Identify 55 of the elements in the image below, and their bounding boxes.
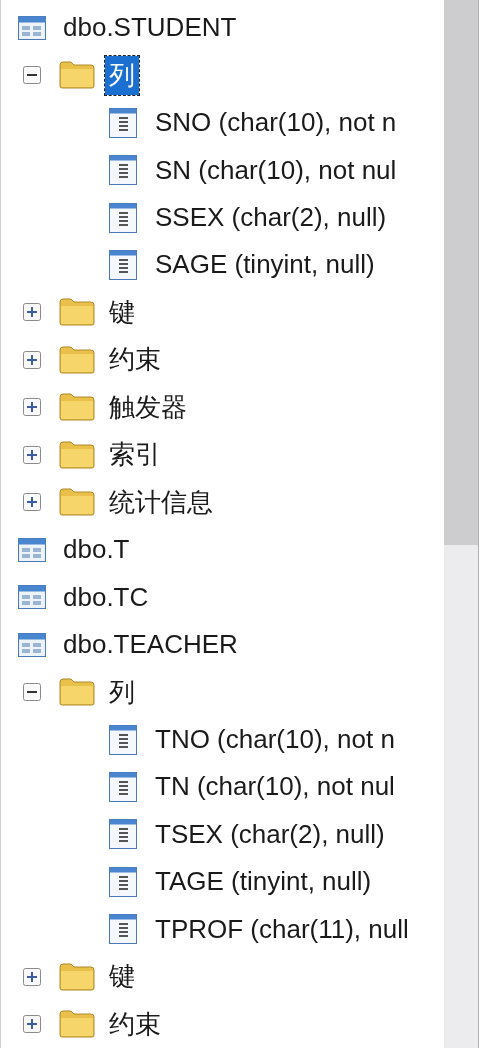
column-icon <box>109 819 137 850</box>
scrollbar-thumb[interactable] <box>444 0 478 545</box>
tree-item-label[interactable]: SN (char(10), not nul <box>151 150 401 190</box>
tree-item-label[interactable]: TAGE (tinyint, null) <box>151 862 376 902</box>
expand-icon[interactable] <box>23 398 41 417</box>
folder-icon <box>59 298 95 327</box>
folder-icon <box>59 393 95 422</box>
tree-item-label[interactable]: 索引 <box>105 435 165 475</box>
column-icon <box>109 724 137 755</box>
table-icon <box>18 585 46 610</box>
folder-icon <box>59 61 95 90</box>
table-icon <box>18 15 46 40</box>
tree-item-label[interactable]: dbo.T <box>59 530 134 570</box>
tree-item-label[interactable]: 约束 <box>105 1004 165 1044</box>
expand-icon[interactable] <box>23 303 41 322</box>
folder-icon <box>59 1010 95 1039</box>
tree-item-label[interactable]: dbo.STUDENT <box>59 8 241 48</box>
collapse-icon[interactable] <box>23 66 41 85</box>
column-icon <box>109 155 137 186</box>
tree-item-label[interactable]: 键 <box>105 292 139 332</box>
tree-item-label[interactable]: TPROF (char(11), null <box>151 909 413 949</box>
tree-item-label[interactable]: 列 <box>105 672 139 712</box>
tree-item-label[interactable]: TNO (char(10), not n <box>151 720 399 759</box>
column-icon <box>109 866 137 897</box>
folder-icon <box>59 488 95 517</box>
column-icon <box>109 202 137 233</box>
column-icon <box>109 914 137 945</box>
expand-icon[interactable] <box>23 445 41 464</box>
folder-icon <box>59 345 95 374</box>
tree-item-label[interactable]: dbo.TC <box>59 577 153 617</box>
tree-item-label[interactable]: 触发器 <box>105 387 191 427</box>
folder-icon <box>59 962 95 991</box>
tree-item-label[interactable]: SAGE (tinyint, null) <box>151 245 379 285</box>
tree-item-label[interactable]: SSEX (char(2), null) <box>151 198 391 238</box>
expand-icon[interactable] <box>23 1015 41 1034</box>
collapse-icon[interactable] <box>23 683 41 702</box>
tree-item-label[interactable]: SNO (char(10), not n <box>151 103 401 143</box>
expand-icon[interactable] <box>23 493 41 512</box>
expand-icon[interactable] <box>23 967 41 986</box>
folder-icon <box>59 678 95 707</box>
tree-item-label[interactable]: 约束 <box>105 340 165 380</box>
tree-item-label[interactable]: 列 <box>105 55 139 95</box>
expand-icon[interactable] <box>23 350 41 369</box>
tree-item-label[interactable]: 统计信息 <box>105 482 217 522</box>
table-icon <box>18 537 46 562</box>
tree-item-label[interactable]: TN (char(10), not nul <box>151 767 399 807</box>
folder-icon <box>59 440 95 469</box>
column-icon <box>109 107 137 138</box>
column-icon <box>109 771 137 802</box>
tree-item-label[interactable]: TSEX (char(2), null) <box>151 814 389 854</box>
scrollbar[interactable] <box>444 0 478 1048</box>
table-icon <box>18 632 46 657</box>
tree-item-label[interactable]: dbo.TEACHER <box>59 625 242 665</box>
tree-item-label[interactable]: 键 <box>105 957 139 997</box>
column-icon <box>109 250 137 280</box>
